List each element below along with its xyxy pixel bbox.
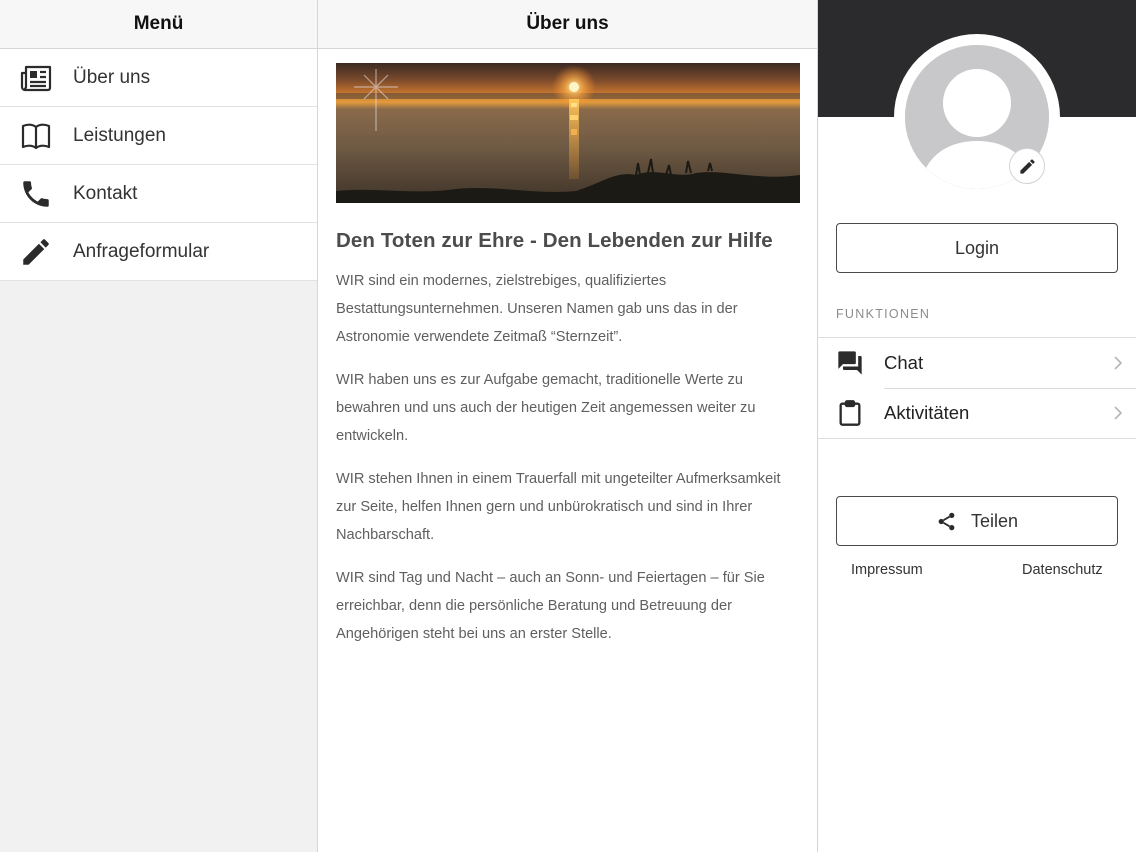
functions-list: Chat Aktivitäten — [818, 337, 1136, 439]
chevron-right-icon — [1100, 405, 1136, 421]
clipboard-icon — [818, 399, 884, 427]
login-button-label: Login — [954, 237, 1000, 258]
share-button[interactable]: Teilen — [836, 496, 1118, 546]
login-button[interactable]: Login — [836, 223, 1118, 273]
share-button-label: Teilen — [970, 510, 1019, 531]
menu-item-anfrageformular[interactable]: Anfrageformular — [0, 223, 317, 281]
functions-section-label: FUNKTIONEN — [836, 307, 931, 321]
newspaper-icon — [0, 61, 73, 95]
function-label: Aktivitäten — [884, 402, 970, 423]
chevron-right-icon — [1100, 355, 1136, 371]
menu-item-label: Über uns — [73, 66, 151, 88]
menu-item-leistungen[interactable]: Leistungen — [0, 107, 317, 165]
chat-icon — [818, 349, 884, 377]
menu-item-kontakt[interactable]: Kontakt — [0, 165, 317, 223]
content-pane: Über uns Den Toten zur Ehre - Den Lebend… — [318, 0, 818, 852]
hero-image-sunset — [336, 63, 800, 203]
menu-title: Menü — [0, 0, 317, 49]
menu-pane: Menü Über uns Leistungen Kontakt Anfrage… — [0, 0, 318, 852]
pencil-icon — [1019, 158, 1035, 174]
menu-item-label: Leistungen — [73, 124, 166, 146]
page-title: Über uns — [318, 0, 817, 49]
phone-icon — [0, 177, 73, 211]
account-pane: Login FUNKTIONEN Chat Aktivitäten Teilen… — [818, 0, 1136, 852]
menu-list: Über uns Leistungen Kontakt Anfrageformu… — [0, 49, 317, 281]
edit-avatar-button[interactable] — [1009, 148, 1045, 184]
article: Den Toten zur Ehre - Den Lebenden zur Hi… — [336, 229, 802, 663]
datenschutz-link[interactable]: Datenschutz — [1022, 562, 1103, 578]
article-paragraph: WIR stehen Ihnen in einem Trauerfall mit… — [336, 471, 781, 543]
article-paragraph: WIR haben uns es zur Aufgabe gemacht, tr… — [336, 372, 756, 444]
article-paragraph: WIR sind ein modernes, zielstrebiges, qu… — [336, 273, 738, 345]
book-open-icon — [0, 119, 73, 153]
article-heading: Den Toten zur Ehre - Den Lebenden zur Hi… — [336, 229, 773, 252]
menu-item-label: Anfrageformular — [73, 240, 210, 262]
impressum-link[interactable]: Impressum — [851, 562, 923, 578]
share-icon — [938, 512, 955, 530]
article-paragraph: WIR sind Tag und Nacht – auch an Sonn- u… — [336, 570, 765, 642]
menu-item-label: Kontakt — [73, 182, 138, 204]
menu-item-ueber-uns[interactable]: Über uns — [0, 49, 317, 107]
function-item-aktivitaeten[interactable]: Aktivitäten — [818, 388, 1136, 438]
function-item-chat[interactable]: Chat — [818, 338, 1136, 388]
function-label: Chat — [884, 352, 924, 373]
pencil-icon — [0, 235, 73, 269]
